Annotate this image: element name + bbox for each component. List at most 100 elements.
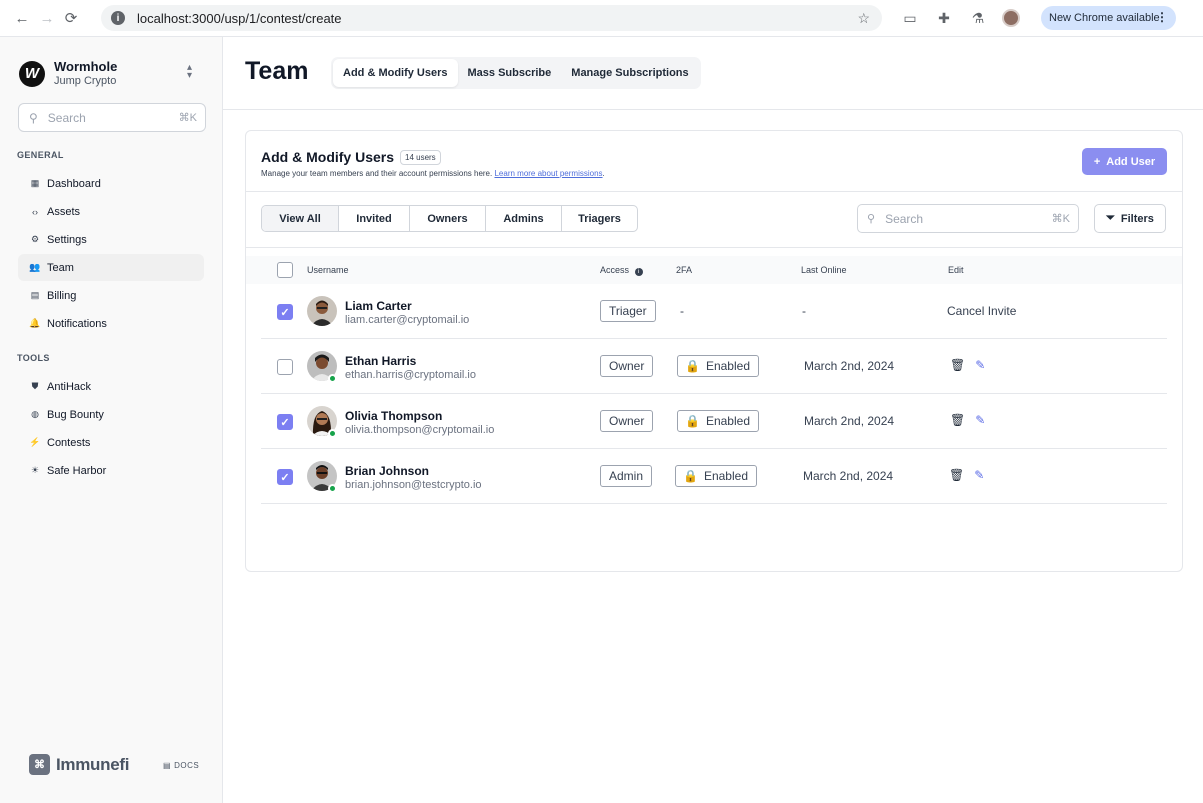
- table-row[interactable]: ✓ Liam Carter liam.carter@cryptomail.io …: [261, 284, 1167, 339]
- tab-add-modify-users[interactable]: Add & Modify Users: [333, 59, 458, 87]
- sidebar-item-contests[interactable]: ⚡ Contests: [18, 429, 204, 456]
- user-email: liam.carter@cryptomail.io: [345, 314, 470, 326]
- column-access-label[interactable]: Access: [600, 265, 629, 275]
- filter-owners[interactable]: Owners: [410, 206, 486, 231]
- search-shortcut: ⌘K: [1051, 213, 1070, 225]
- add-user-label: Add User: [1106, 155, 1156, 168]
- sidebar-item-antihack[interactable]: ⛊ AntiHack: [18, 373, 204, 400]
- filter-admins[interactable]: Admins: [486, 206, 562, 231]
- url-text[interactable]: localhost:3000/usp/1/contest/create: [137, 11, 342, 26]
- sidebar-search-input[interactable]: [47, 110, 168, 125]
- access-badge[interactable]: Admin: [600, 465, 653, 487]
- forward-icon[interactable]: →: [35, 6, 59, 30]
- sidebar-item-billing[interactable]: ▤ Billing: [18, 282, 204, 309]
- page-tabs: Add & Modify Users Mass Subscribe Manage…: [331, 57, 701, 89]
- filter-tabs: View All Invited Owners Admins Triagers: [261, 205, 638, 232]
- access-badge[interactable]: Owner: [600, 355, 654, 377]
- column-username[interactable]: Username: [307, 265, 349, 275]
- code-icon: ‹›: [32, 206, 38, 217]
- sidebar-item-label: Assets: [47, 205, 81, 218]
- cast-icon[interactable]: ▭: [900, 8, 920, 28]
- column-2fa[interactable]: 2FA: [676, 265, 692, 275]
- bell-icon: 🔔: [29, 318, 41, 328]
- labs-icon[interactable]: ⚗: [968, 8, 988, 28]
- row-actions: 🗑 ✎: [949, 468, 984, 482]
- sidebar-item-assets[interactable]: ‹› Assets: [18, 198, 204, 225]
- lock-icon: 🔒: [685, 359, 700, 373]
- sidebar-item-label: Team: [47, 261, 74, 274]
- user-name: Ethan Harris: [345, 354, 417, 368]
- card-title: Add & Modify Users: [261, 149, 395, 165]
- brand[interactable]: ⌘ Immunefi: [29, 754, 129, 775]
- filter-invited[interactable]: Invited: [339, 206, 410, 231]
- main-content: Team Add & Modify Users Mass Subscribe M…: [223, 37, 1203, 803]
- description-end: .: [602, 169, 605, 178]
- row-checkbox[interactable]: ✓: [277, 304, 293, 320]
- info-icon[interactable]: i: [634, 268, 643, 276]
- address-bar[interactable]: i localhost:3000/usp/1/contest/create ☆: [101, 5, 882, 31]
- browser-toolbar: ← → ⟳ i localhost:3000/usp/1/contest/cre…: [0, 0, 1203, 37]
- site-info-icon[interactable]: i: [111, 11, 125, 25]
- bookmark-star-icon[interactable]: ☆: [857, 10, 870, 27]
- table-search[interactable]: ⚲ ⌘K: [857, 204, 1079, 233]
- docs-link[interactable]: ▤ DOCS: [163, 761, 199, 770]
- more-icon[interactable]: ⋮: [1156, 10, 1168, 24]
- access-badge[interactable]: Owner: [600, 410, 654, 432]
- sidebar-item-dashboard[interactable]: ▦ Dashboard: [18, 170, 204, 197]
- learn-more-link[interactable]: Learn more about permissions: [494, 169, 602, 178]
- filter-triagers[interactable]: Triagers: [562, 206, 637, 231]
- sidebar-search[interactable]: ⚲ ⌘K: [18, 103, 206, 132]
- sidebar-item-settings[interactable]: ⚙ Settings: [18, 226, 204, 253]
- row-actions: 🗑 ✎: [950, 358, 985, 372]
- page-header: Team Add & Modify Users Mass Subscribe M…: [223, 37, 1203, 110]
- back-icon[interactable]: ←: [10, 6, 34, 30]
- column-last-online[interactable]: Last Online: [801, 265, 847, 275]
- profile-avatar[interactable]: [1002, 9, 1020, 27]
- filter-view-all[interactable]: View All: [262, 206, 339, 231]
- online-status-dot: [328, 484, 337, 493]
- table-row[interactable]: ✓ Brian Johnson brian.johnson@testcrypto…: [261, 449, 1167, 504]
- sidebar-item-notifications[interactable]: 🔔 Notifications: [18, 310, 204, 337]
- row-checkbox[interactable]: ✓: [277, 469, 293, 485]
- row-actions: 🗑 ✎: [950, 413, 985, 427]
- tab-manage-subscriptions[interactable]: Manage Subscriptions: [561, 59, 698, 87]
- add-user-button[interactable]: + Add User: [1082, 148, 1167, 175]
- select-all-checkbox[interactable]: [277, 262, 293, 278]
- extensions-icon[interactable]: ✚: [934, 8, 954, 28]
- update-chrome-button[interactable]: New Chrome available ⋮: [1041, 6, 1176, 30]
- table-row[interactable]: Ethan Harris ethan.harris@cryptomail.io …: [261, 339, 1167, 394]
- reload-icon[interactable]: ⟳: [59, 6, 83, 30]
- org-logo: W: [19, 60, 45, 87]
- sidebar: W Wormhole Jump Crypto ▴▾ ⚲ ⌘K GENERAL ▦…: [0, 37, 223, 803]
- table-search-input[interactable]: [885, 211, 1036, 226]
- cancel-invite-link[interactable]: Cancel Invite: [947, 304, 1016, 318]
- pencil-icon[interactable]: ✎: [975, 413, 985, 427]
- pencil-icon[interactable]: ✎: [974, 468, 984, 482]
- sidebar-item-safe-harbor[interactable]: ☀ Safe Harbor: [18, 457, 204, 484]
- description-text: Manage your team members and their accou…: [261, 169, 493, 178]
- row-checkbox[interactable]: ✓: [277, 414, 293, 430]
- trash-icon[interactable]: 🗑: [949, 468, 964, 482]
- last-online-value: -: [802, 304, 806, 318]
- sidebar-item-team[interactable]: 👥 Team: [18, 254, 204, 281]
- tab-mass-subscribe[interactable]: Mass Subscribe: [458, 59, 562, 87]
- chevron-updown-icon[interactable]: ▴ ▾: [187, 63, 192, 81]
- gear-icon: ⚙: [30, 234, 40, 244]
- sidebar-item-label: Billing: [47, 289, 77, 302]
- lock-icon: 🔒: [683, 469, 698, 483]
- trash-icon[interactable]: 🗑: [950, 358, 965, 372]
- lock-icon: 🔒: [685, 414, 700, 428]
- pencil-icon[interactable]: ✎: [975, 358, 985, 372]
- user-email: olivia.thompson@cryptomail.io: [345, 424, 495, 436]
- filters-button[interactable]: ⏷ Filters: [1094, 204, 1166, 233]
- sidebar-item-bug-bounty[interactable]: ◍ Bug Bounty: [18, 401, 204, 428]
- org-name: Wormhole: [54, 59, 118, 74]
- online-status-dot: [328, 374, 337, 383]
- org-switcher[interactable]: W Wormhole Jump Crypto: [19, 59, 117, 88]
- table-row[interactable]: ✓ Olivia Thompson olivia.thompson@crypto…: [261, 394, 1167, 449]
- section-label-tools: TOOLS: [17, 353, 50, 363]
- trash-icon[interactable]: 🗑: [950, 413, 965, 427]
- docs-label: DOCS: [174, 761, 200, 770]
- access-badge[interactable]: Triager: [600, 300, 656, 322]
- row-checkbox[interactable]: [277, 359, 293, 375]
